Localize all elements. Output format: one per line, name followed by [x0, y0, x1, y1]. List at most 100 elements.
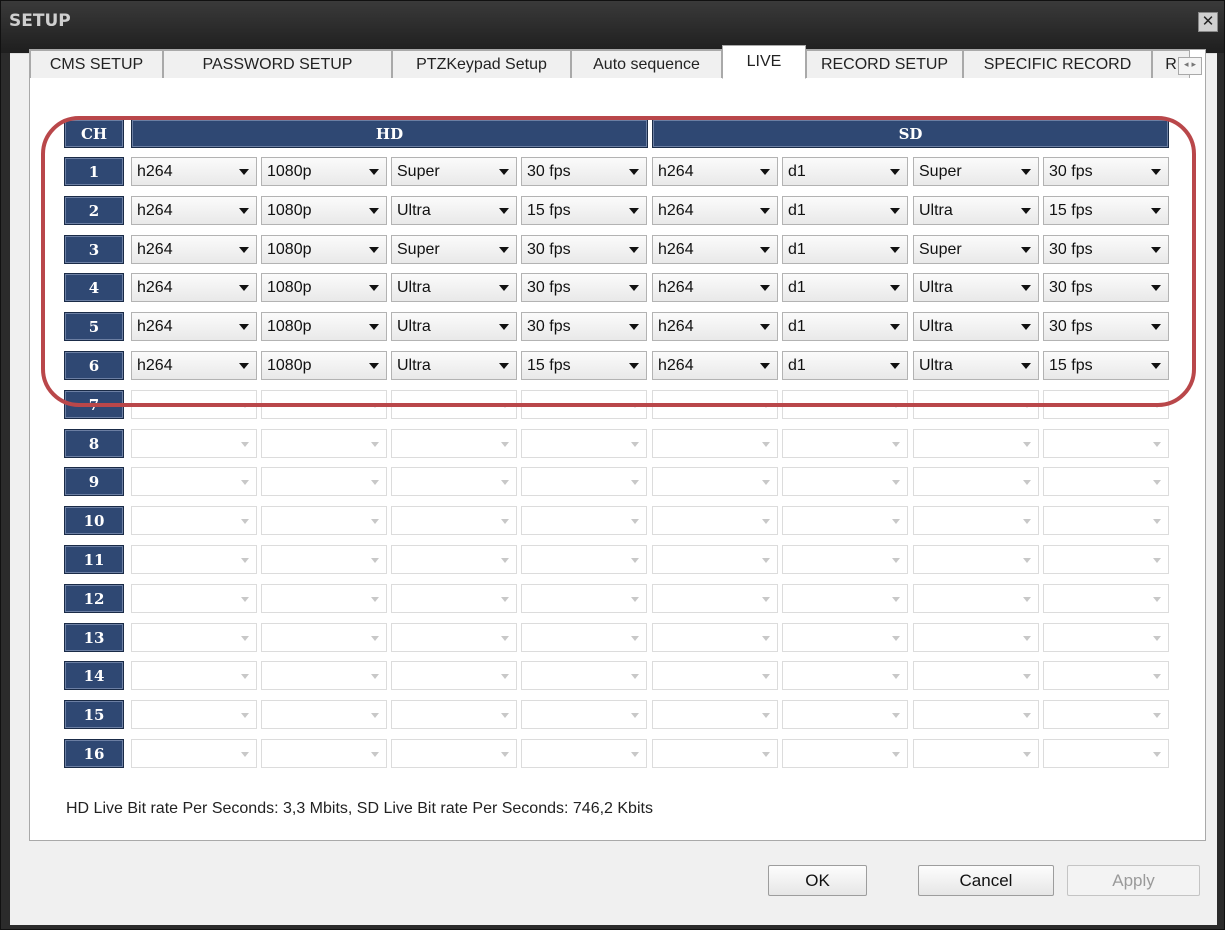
chevron-down-icon[interactable] [239, 169, 249, 175]
sd-quality-select[interactable]: Ultra [913, 195, 1039, 225]
chevron-down-icon[interactable] [631, 558, 639, 563]
tab-live[interactable]: LIVE [722, 45, 806, 79]
hd-resolution-select[interactable]: 1080p [261, 351, 387, 380]
sd-quality-select[interactable] [913, 583, 1039, 613]
sd-resolution-select[interactable] [782, 661, 908, 691]
chevron-down-icon[interactable] [1023, 519, 1031, 525]
scroll-right-icon[interactable]: ▸ [1191, 60, 1196, 70]
sd-resolution-select[interactable]: d1 [782, 273, 908, 303]
chevron-down-icon[interactable] [501, 519, 509, 525]
chevron-down-icon[interactable] [499, 207, 509, 214]
hd-quality-select[interactable] [391, 661, 517, 691]
chevron-down-icon[interactable] [762, 674, 770, 680]
hd-resolution-select[interactable] [261, 583, 387, 613]
chevron-down-icon[interactable] [241, 558, 249, 563]
chevron-down-icon[interactable] [631, 480, 639, 486]
sd-codec-select[interactable] [652, 622, 778, 652]
chevron-down-icon[interactable] [369, 169, 379, 175]
chevron-down-icon[interactable] [1023, 558, 1031, 563]
chevron-down-icon[interactable] [629, 207, 639, 214]
sd-fps-select[interactable] [1043, 545, 1169, 574]
hd-codec-select[interactable] [131, 661, 257, 691]
chevron-down-icon[interactable] [1151, 207, 1161, 214]
chevron-down-icon[interactable] [371, 596, 379, 602]
chevron-down-icon[interactable] [241, 402, 249, 408]
sd-codec-select[interactable] [652, 428, 778, 458]
chevron-down-icon[interactable] [501, 558, 509, 563]
sd-fps-select[interactable] [1043, 739, 1169, 768]
sd-resolution-select[interactable] [782, 467, 908, 497]
chevron-down-icon[interactable] [371, 441, 379, 447]
hd-resolution-select[interactable]: 1080p [261, 234, 387, 264]
sd-fps-select[interactable] [1043, 389, 1169, 419]
chevron-down-icon[interactable] [1021, 246, 1031, 253]
hd-resolution-select[interactable] [261, 467, 387, 497]
sd-quality-select[interactable] [913, 622, 1039, 652]
chevron-down-icon[interactable] [499, 363, 509, 369]
hd-codec-select[interactable]: h264 [131, 312, 257, 342]
sd-resolution-select[interactable] [782, 545, 908, 574]
chevron-down-icon[interactable] [1153, 635, 1161, 641]
chevron-down-icon[interactable] [762, 558, 770, 563]
hd-quality-select[interactable]: Ultra [391, 312, 517, 342]
chevron-down-icon[interactable] [241, 713, 249, 719]
sd-resolution-select[interactable]: d1 [782, 351, 908, 380]
hd-codec-select[interactable]: h264 [131, 157, 257, 186]
chevron-down-icon[interactable] [369, 285, 379, 292]
hd-quality-select[interactable]: Ultra [391, 273, 517, 303]
chevron-down-icon[interactable] [371, 480, 379, 486]
chevron-down-icon[interactable] [890, 169, 900, 175]
sd-fps-select[interactable]: 30 fps [1043, 234, 1169, 264]
sd-fps-select[interactable] [1043, 583, 1169, 613]
hd-quality-select[interactable] [391, 545, 517, 574]
sd-fps-select[interactable] [1043, 661, 1169, 691]
chevron-down-icon[interactable] [499, 246, 509, 253]
sd-resolution-select[interactable]: d1 [782, 157, 908, 186]
chevron-down-icon[interactable] [631, 402, 639, 408]
chevron-down-icon[interactable] [1153, 480, 1161, 486]
sd-fps-select[interactable]: 30 fps [1043, 157, 1169, 186]
chevron-down-icon[interactable] [760, 363, 770, 369]
sd-quality-select[interactable] [913, 545, 1039, 574]
ok-button[interactable]: OK [768, 865, 867, 896]
sd-codec-select[interactable]: h264 [652, 157, 778, 186]
chevron-down-icon[interactable] [1151, 246, 1161, 253]
chevron-down-icon[interactable] [369, 207, 379, 214]
hd-codec-select[interactable] [131, 583, 257, 613]
sd-quality-select[interactable] [913, 661, 1039, 691]
chevron-down-icon[interactable] [501, 596, 509, 602]
chevron-down-icon[interactable] [239, 285, 249, 292]
sd-fps-select[interactable] [1043, 622, 1169, 652]
tab-cms-setup[interactable]: CMS SETUP [30, 50, 163, 78]
sd-codec-select[interactable] [652, 506, 778, 536]
hd-fps-select[interactable] [521, 467, 647, 497]
hd-codec-select[interactable] [131, 622, 257, 652]
sd-quality-select[interactable]: Ultra [913, 273, 1039, 303]
tab-record-setup[interactable]: RECORD SETUP [806, 50, 963, 78]
sd-fps-select[interactable] [1043, 700, 1169, 730]
hd-quality-select[interactable] [391, 506, 517, 536]
hd-codec-select[interactable] [131, 428, 257, 458]
chevron-down-icon[interactable] [1021, 363, 1031, 369]
chevron-down-icon[interactable] [499, 324, 509, 331]
chevron-down-icon[interactable] [1023, 441, 1031, 447]
tab-password-setup[interactable]: PASSWORD SETUP [163, 50, 392, 78]
chevron-down-icon[interactable] [1153, 674, 1161, 680]
tab-specific-record[interactable]: SPECIFIC RECORD [963, 50, 1152, 78]
sd-quality-select[interactable] [913, 506, 1039, 536]
sd-quality-select[interactable] [913, 739, 1039, 768]
sd-resolution-select[interactable] [782, 389, 908, 419]
sd-quality-select[interactable]: Ultra [913, 312, 1039, 342]
chevron-down-icon[interactable] [892, 402, 900, 408]
hd-fps-select[interactable] [521, 389, 647, 419]
chevron-down-icon[interactable] [1021, 207, 1031, 214]
sd-codec-select[interactable]: h264 [652, 195, 778, 225]
chevron-down-icon[interactable] [501, 480, 509, 486]
chevron-down-icon[interactable] [1023, 713, 1031, 719]
hd-fps-select[interactable]: 30 fps [521, 234, 647, 264]
sd-fps-select[interactable] [1043, 506, 1169, 536]
chevron-down-icon[interactable] [762, 752, 770, 757]
chevron-down-icon[interactable] [241, 441, 249, 447]
chevron-down-icon[interactable] [1153, 752, 1161, 757]
close-icon[interactable]: ✕ [1198, 12, 1218, 32]
